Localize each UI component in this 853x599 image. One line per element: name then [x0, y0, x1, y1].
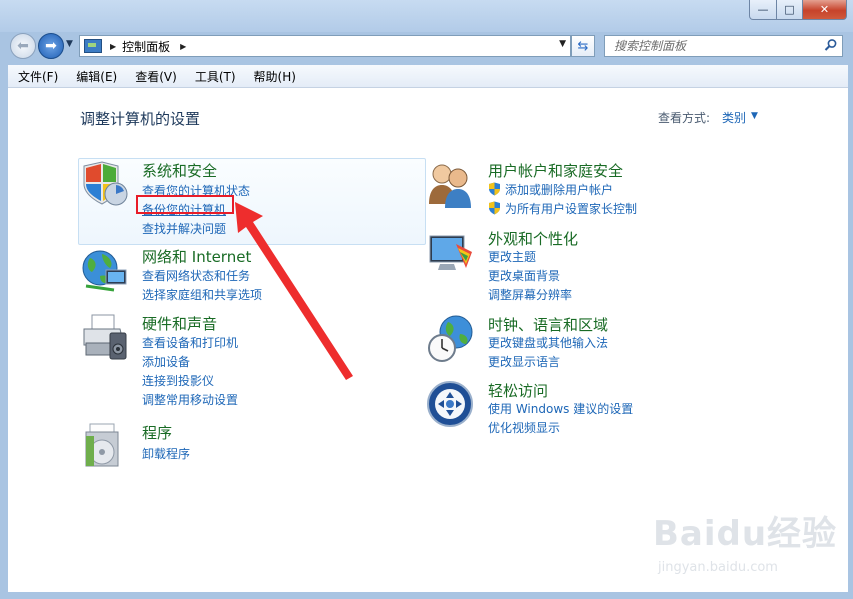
minimize-button[interactable]: —: [749, 0, 777, 20]
menu-bar: 文件(F) 编辑(E) 查看(V) 工具(T) 帮助(H): [8, 65, 848, 88]
link-add-remove-accounts[interactable]: 添加或删除用户帐户: [488, 181, 613, 198]
category-title[interactable]: 硬件和声音: [142, 313, 217, 334]
category-title[interactable]: 外观和个性化: [488, 228, 578, 249]
breadcrumb-chevron-icon[interactable]: ▶: [180, 42, 186, 51]
watermark-url: jingyan.baidu.com: [658, 560, 778, 575]
link-display-language[interactable]: 更改显示语言: [488, 353, 560, 370]
link-parental-controls[interactable]: 为所有用户设置家长控制: [488, 200, 637, 217]
address-bar[interactable]: ▶ 控制面板 ▶ ▼: [79, 35, 571, 57]
address-dropdown-icon[interactable]: ▼: [559, 39, 566, 49]
maximize-button[interactable]: □: [777, 0, 803, 20]
link-desktop-background[interactable]: 更改桌面背景: [488, 267, 560, 284]
link-optimize-visual-display[interactable]: 优化视频显示: [488, 419, 560, 436]
category-title[interactable]: 轻松访问: [488, 380, 548, 401]
accessibility-icon: [427, 381, 473, 427]
breadcrumb-chevron-icon[interactable]: ▶: [110, 42, 116, 51]
close-button[interactable]: ✕: [803, 0, 847, 20]
view-by-dropdown[interactable]: 类别: [722, 109, 746, 126]
annotation-arrow-icon: [235, 202, 353, 380]
link-keyboard-input[interactable]: 更改键盘或其他输入法: [488, 334, 608, 351]
link-mobility-settings[interactable]: 调整常用移动设置: [142, 391, 238, 408]
watermark-logo: Baidu经验: [653, 514, 838, 554]
link-find-fix-problems[interactable]: 查找并解决问题: [142, 220, 226, 237]
view-by-label: 查看方式:: [658, 111, 711, 125]
back-button[interactable]: ⬅: [10, 33, 36, 59]
link-add-device[interactable]: 添加设备: [142, 353, 190, 370]
programs-icon: [85, 423, 119, 467]
breadcrumb-control-panel[interactable]: 控制面板: [122, 38, 170, 55]
link-devices-printers[interactable]: 查看设备和打印机: [142, 334, 238, 351]
navigation-bar: ⬅ ➡ ▼ ▶ 控制面板 ▶ ▼ ⇆: [0, 30, 853, 62]
printer-icon: [83, 314, 127, 360]
clock-globe-icon: [428, 315, 473, 362]
display-paint-icon: [429, 235, 472, 270]
content-area: 调整计算机的设置 查看方式: 类别 ▼ 系统和安全 查看您的计算机状态 备份您的…: [8, 88, 848, 592]
users-icon: [429, 164, 471, 208]
refresh-icon: ⇆: [577, 38, 589, 54]
menu-view[interactable]: 查看(V): [125, 68, 185, 85]
category-title[interactable]: 程序: [142, 422, 172, 443]
recent-pages-dropdown[interactable]: ▼: [66, 39, 73, 49]
back-arrow-icon: ⬅: [17, 38, 29, 54]
link-label: 添加或删除用户帐户: [505, 183, 614, 197]
menu-tools[interactable]: 工具(T): [185, 68, 244, 85]
link-connect-projector[interactable]: 连接到投影仪: [142, 372, 214, 389]
annotation-highlight-box: [136, 195, 234, 214]
link-uninstall-program[interactable]: 卸载程序: [142, 445, 190, 462]
forward-arrow-icon: ➡: [45, 38, 57, 54]
shield-monitor-icon: [83, 161, 128, 206]
menu-help[interactable]: 帮助(H): [244, 68, 304, 85]
category-title[interactable]: 时钟、语言和区域: [488, 314, 608, 335]
search-input[interactable]: [612, 38, 821, 54]
category-title[interactable]: 系统和安全: [142, 160, 217, 181]
page-title: 调整计算机的设置: [80, 110, 201, 128]
refresh-button[interactable]: ⇆: [571, 35, 595, 57]
category-title[interactable]: 用户帐户和家庭安全: [488, 160, 623, 181]
uac-shield-icon: [489, 182, 500, 196]
watermark: Baidu经验 jingyan.baidu.com: [653, 506, 843, 586]
link-windows-recommended-settings[interactable]: 使用 Windows 建议的设置: [488, 400, 633, 417]
link-screen-resolution[interactable]: 调整屏幕分辨率: [488, 286, 572, 303]
link-change-theme[interactable]: 更改主题: [488, 248, 536, 265]
caption-buttons: — □ ✕: [749, 0, 847, 20]
view-by-chevron-icon[interactable]: ▼: [751, 111, 758, 121]
uac-shield-icon: [489, 201, 500, 215]
search-box[interactable]: [604, 35, 843, 57]
menu-edit[interactable]: 编辑(E): [66, 68, 125, 85]
globe-network-icon: [82, 250, 127, 292]
title-bar: — □ ✕: [0, 0, 853, 32]
forward-button[interactable]: ➡: [38, 33, 64, 59]
link-label: 为所有用户设置家长控制: [505, 202, 638, 216]
control-panel-icon: [84, 39, 102, 53]
menu-file[interactable]: 文件(F): [8, 68, 66, 85]
search-icon[interactable]: [824, 38, 838, 52]
